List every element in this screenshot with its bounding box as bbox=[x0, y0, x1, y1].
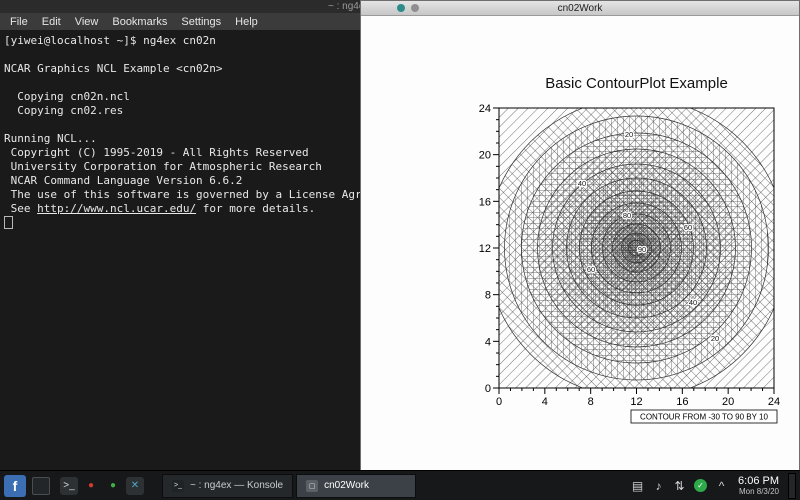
tray-icons: ▤ ♪ ⇅ ✓ ^ bbox=[631, 479, 728, 493]
terminal-line: [yiwei@localhost ~]$ ng4ex cn02n bbox=[4, 34, 359, 48]
task-label: cn02Work bbox=[324, 480, 369, 491]
axis-tick-label: 24 bbox=[479, 103, 491, 115]
taskbar: f >_●●✕ >_~ : ng4ex — Konsole▢cn02Work ▤… bbox=[0, 470, 800, 500]
panel-hide-button[interactable] bbox=[788, 473, 796, 499]
terminal-line bbox=[4, 118, 359, 132]
terminal-line: Copyright (C) 1995-2019 - All Rights Res… bbox=[4, 146, 359, 160]
titlebar-button-right[interactable] bbox=[411, 4, 419, 12]
contour-label: 20 bbox=[625, 130, 633, 139]
axis-tick-label: 8 bbox=[588, 396, 594, 408]
contour-label: 20 bbox=[711, 334, 719, 343]
terminal-line: Running NCL... bbox=[4, 132, 359, 146]
app-launcher-button[interactable]: f bbox=[4, 475, 26, 497]
terminal-line: NCAR Graphics NCL Example <cn02n> bbox=[4, 62, 359, 76]
clock-time: 6:06 PM bbox=[738, 475, 779, 488]
terminal-line: University Corporation for Atmospheric R… bbox=[4, 160, 359, 174]
menu-bar: FileEditViewBookmarksSettingsHelp bbox=[0, 13, 363, 30]
contour-label: 90 bbox=[638, 245, 646, 254]
axis-tick-label: 0 bbox=[485, 383, 491, 395]
task-label: ~ : ng4ex — Konsole bbox=[190, 480, 283, 491]
terminal-line: Copying cn02n.ncl bbox=[4, 90, 359, 104]
contour-label: 40 bbox=[578, 179, 586, 188]
axis-tick-label: 20 bbox=[722, 396, 734, 408]
contour-label: 60 bbox=[684, 223, 692, 232]
taskbar-task-active[interactable]: ▢ cn02Work bbox=[296, 474, 416, 498]
terminal-line: Copying cn02.res bbox=[4, 104, 359, 118]
konsole-task-icon: >_ bbox=[172, 480, 184, 492]
konsole-titlebar-title: ~ : ng4ex — Konsole bbox=[328, 1, 363, 12]
terminal-line bbox=[4, 48, 359, 62]
contour-plot-canvas: Basic ContourPlot Example 202 bbox=[479, 58, 799, 433]
axis-tick-label: 16 bbox=[676, 396, 688, 408]
contour-info-box: CONTOUR FROM -30 TO 90 BY 10 bbox=[631, 410, 777, 423]
red-app-launcher-icon[interactable]: ● bbox=[82, 477, 100, 495]
terminal-link[interactable]: http://www.ncl.ucar.edu/ bbox=[37, 202, 196, 215]
terminal-cursor-line bbox=[4, 216, 359, 230]
taskbar-tasks: >_ ~ : ng4ex — Konsole ▢ cn02Work bbox=[162, 474, 416, 498]
menu-item-file[interactable]: File bbox=[3, 15, 35, 29]
konsole-launcher-icon[interactable]: >_ bbox=[60, 477, 78, 495]
terminal-cursor bbox=[4, 216, 13, 229]
plot-body: Basic ContourPlot Example 202 bbox=[361, 16, 799, 470]
contour-label: 40 bbox=[689, 298, 697, 307]
axis-tick-label: 0 bbox=[496, 396, 502, 408]
clock[interactable]: 6:06 PM Mon 8/3/20 bbox=[738, 475, 779, 497]
launcher-icons: >_●●✕ bbox=[60, 477, 144, 495]
green-app-launcher-icon[interactable]: ● bbox=[104, 477, 122, 495]
axis-tick-label: 4 bbox=[485, 336, 491, 348]
axis-tick-label: 16 bbox=[479, 196, 491, 208]
menu-item-edit[interactable]: Edit bbox=[35, 15, 68, 29]
clipboard-icon[interactable]: ▤ bbox=[631, 479, 644, 493]
terminal-line: NCAR Command Language Version 6.6.2 bbox=[4, 174, 359, 188]
axis-tick-label: 4 bbox=[542, 396, 548, 408]
terminal-line: The use of this software is governed by … bbox=[4, 188, 359, 202]
axis-tick-label: 12 bbox=[630, 396, 642, 408]
contour-label: 60 bbox=[587, 265, 595, 274]
window-task-icon: ▢ bbox=[306, 480, 318, 492]
axis-tick-label: 20 bbox=[479, 150, 491, 162]
contour-info-label: CONTOUR FROM -30 TO 90 BY 10 bbox=[640, 413, 768, 422]
axis-tick-label: 12 bbox=[479, 243, 491, 255]
menu-item-settings[interactable]: Settings bbox=[174, 15, 228, 29]
updates-icon[interactable]: ✓ bbox=[694, 479, 707, 492]
contour-rings bbox=[487, 98, 787, 398]
desktop: ~ : ng4ex — Konsole FileEditViewBookmark… bbox=[0, 0, 800, 500]
clock-date: Mon 8/3/20 bbox=[738, 487, 779, 496]
contour-label: 80 bbox=[623, 211, 631, 220]
network-icon[interactable]: ⇅ bbox=[673, 479, 686, 493]
terminal-line: See http://www.ncl.ucar.edu/ for more de… bbox=[4, 202, 359, 216]
cn02work-titlebar[interactable]: cn02Work bbox=[361, 1, 799, 16]
konsole-titlebar[interactable]: ~ : ng4ex — Konsole bbox=[0, 0, 363, 13]
volume-icon[interactable]: ♪ bbox=[652, 479, 665, 493]
axis-tick-label: 8 bbox=[485, 290, 491, 302]
plot-title: Basic ContourPlot Example bbox=[545, 75, 728, 92]
blue-app-launcher-icon[interactable]: ✕ bbox=[126, 477, 144, 495]
tray-expand-icon[interactable]: ^ bbox=[715, 479, 728, 493]
pager-icon[interactable] bbox=[32, 477, 50, 495]
taskbar-task-inactive[interactable]: >_ ~ : ng4ex — Konsole bbox=[162, 474, 293, 498]
terminal-line bbox=[4, 76, 359, 90]
terminal-output[interactable]: [yiwei@localhost ~]$ ng4ex cn02n NCAR Gra… bbox=[0, 30, 363, 234]
titlebar-button-left[interactable] bbox=[397, 4, 405, 12]
axis-tick-label: 24 bbox=[768, 396, 780, 408]
konsole-window: ~ : ng4ex — Konsole FileEditViewBookmark… bbox=[0, 0, 364, 470]
cn02work-window: cn02Work Basi bbox=[360, 0, 800, 470]
menu-item-bookmarks[interactable]: Bookmarks bbox=[105, 15, 174, 29]
menu-item-view[interactable]: View bbox=[68, 15, 106, 29]
cn02work-title: cn02Work bbox=[558, 3, 603, 14]
menu-item-help[interactable]: Help bbox=[228, 15, 265, 29]
